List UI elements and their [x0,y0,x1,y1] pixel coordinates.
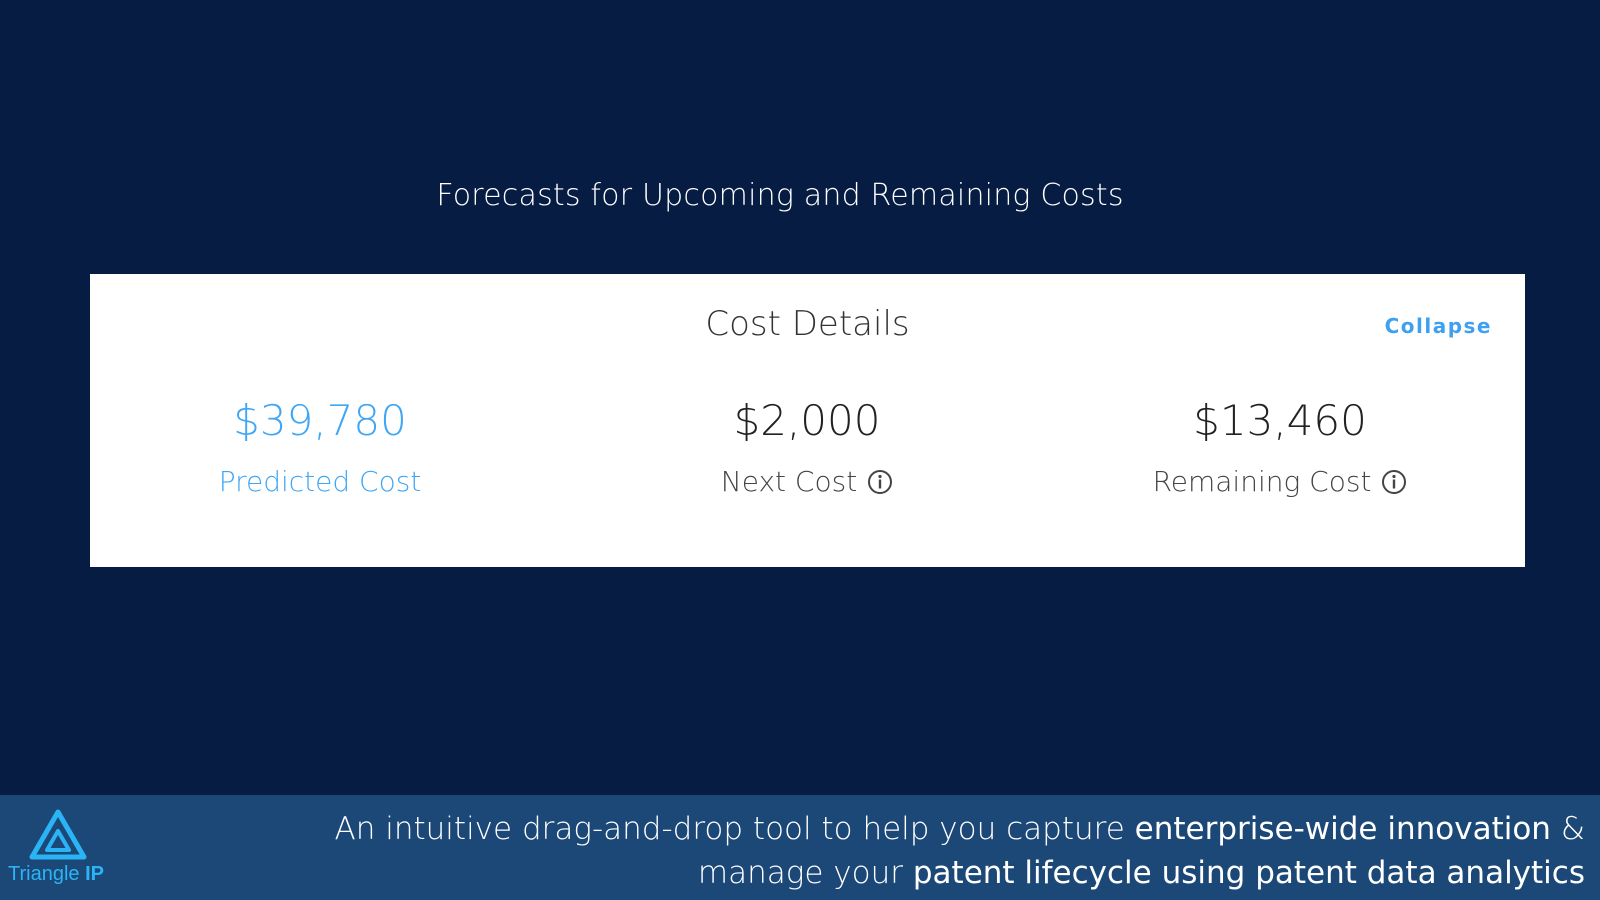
next-cost-label: Next Cost [720,465,858,498]
next-cost-metric: $2,000 Next Cost [577,396,1037,498]
tagline-line1-plain: An intuitive drag-and-drop tool to help … [334,811,1125,847]
next-cost-value: $2,000 [733,396,881,445]
info-icon[interactable] [1381,469,1407,495]
next-cost-label-row: Next Cost [577,465,1037,498]
footer-banner: Triangle IP An intuitive drag-and-drop t… [0,795,1600,900]
predicted-cost-label: Predicted Cost [218,465,422,498]
predicted-cost-label-row: Predicted Cost [90,465,550,498]
card-title: Cost Details [705,304,910,344]
tagline-line1-end: & [1560,811,1585,847]
remaining-cost-label: Remaining Cost [1152,465,1372,498]
remaining-cost-value: $13,460 [1193,396,1367,445]
triangle-logo-icon [29,809,87,860]
logo-text-bold: IP [85,863,104,885]
remaining-cost-metric: $13,460 Remaining Cost [1050,396,1510,498]
tagline-line1-highlight: enterprise-wide innovation [1134,811,1551,847]
collapse-button[interactable]: Collapse [1385,314,1492,338]
triangle-ip-logo: Triangle IP [6,809,114,893]
info-icon[interactable] [867,469,893,495]
remaining-cost-label-row: Remaining Cost [1050,465,1510,498]
predicted-cost-metric: $39,780 Predicted Cost [90,396,550,498]
tagline: An intuitive drag-and-drop tool to help … [285,807,1585,895]
predicted-cost-value: $39,780 [233,396,407,445]
logo-text: Triangle IP [8,863,104,886]
cost-details-card: Cost Details Collapse $39,780 Predicted … [90,274,1525,567]
page-heading: Forecasts for Upcoming and Remaining Cos… [436,178,1124,213]
tagline-line2-highlight: patent lifecycle using patent data analy… [912,855,1585,891]
logo-text-light: Triangle [8,863,80,885]
tagline-line2-plain: manage your [697,855,903,891]
